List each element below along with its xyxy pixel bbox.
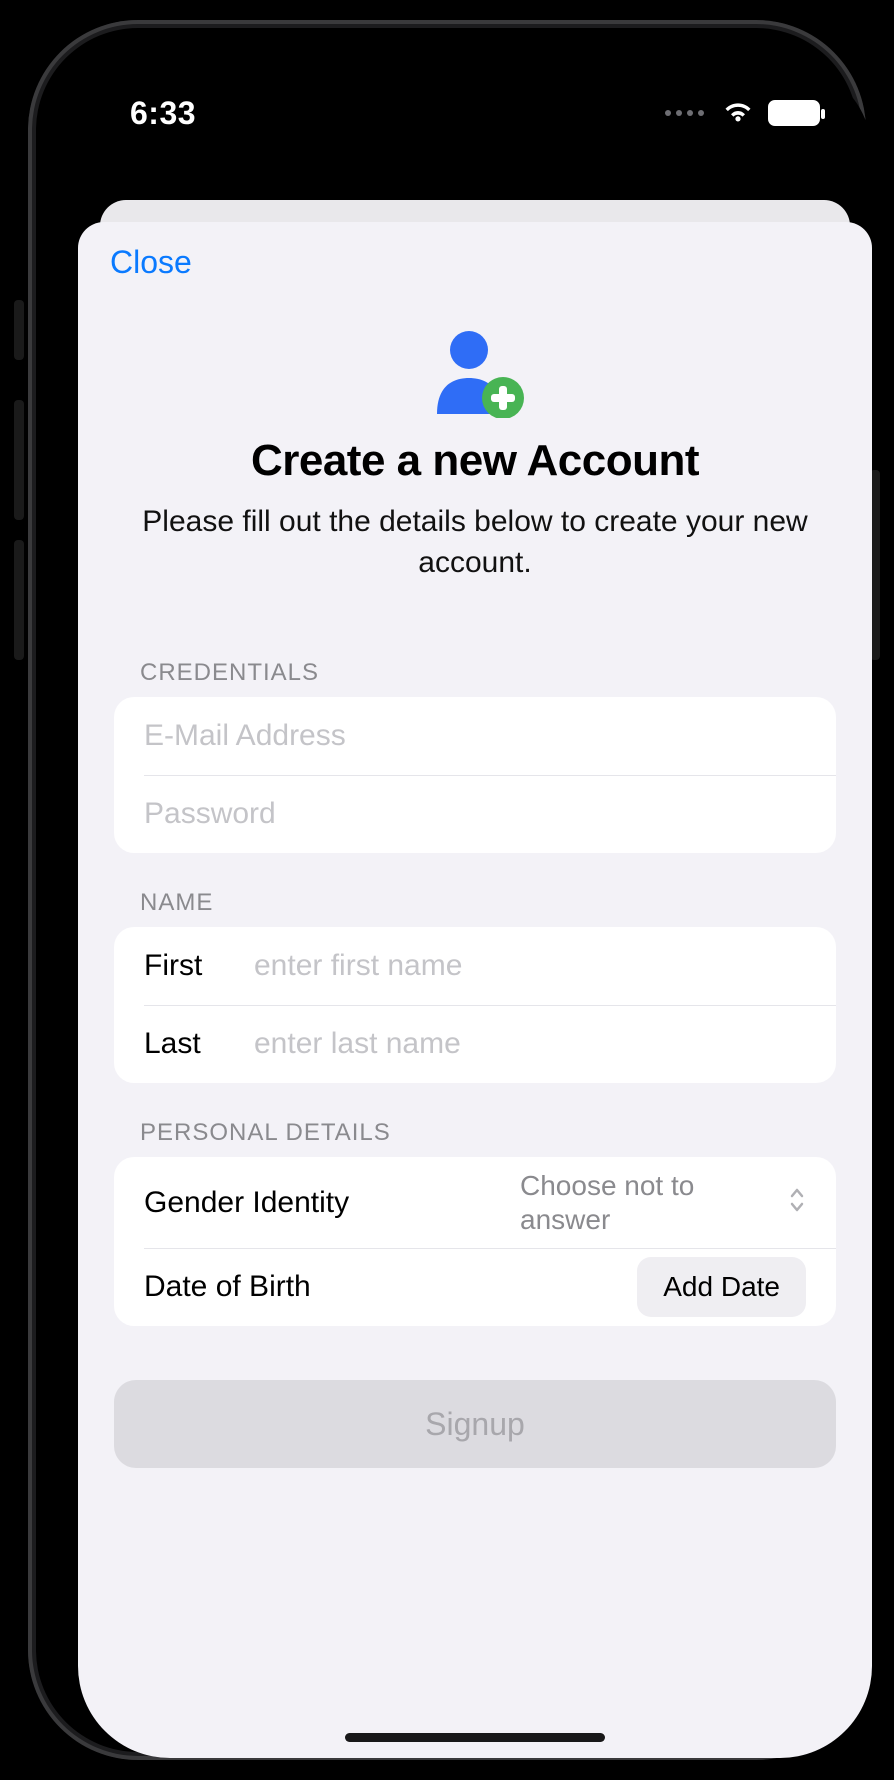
status-time: 6:33 xyxy=(130,95,196,132)
signup-button[interactable]: Signup xyxy=(114,1380,836,1468)
close-button[interactable]: Close xyxy=(110,244,192,281)
device-frame: 6:33 Close xyxy=(28,20,866,1760)
nav-bar: Close xyxy=(78,222,872,302)
add-date-button[interactable]: Add Date xyxy=(637,1257,806,1317)
wifi-icon xyxy=(722,101,754,125)
battery-icon xyxy=(768,100,820,126)
section-header-name: NAME xyxy=(78,853,872,927)
last-name-label: Last xyxy=(144,1027,254,1061)
name-group: First Last xyxy=(114,927,836,1083)
gender-value: Choose not to answer xyxy=(520,1169,780,1236)
personal-group: Gender Identity Choose not to answer Dat… xyxy=(114,1157,836,1326)
cellular-dots-icon xyxy=(665,110,704,116)
first-name-label: First xyxy=(144,949,254,983)
hero-section: Create a new Account Please fill out the… xyxy=(78,302,872,623)
section-header-personal: PERSONAL DETAILS xyxy=(78,1083,872,1157)
gender-label: Gender Identity xyxy=(144,1186,520,1220)
modal-sheet: Close Create a n xyxy=(78,222,872,1758)
credentials-group xyxy=(114,697,836,853)
screen: 6:33 Close xyxy=(78,62,872,1758)
first-name-field[interactable] xyxy=(254,931,806,1001)
chevron-updown-icon xyxy=(788,1186,806,1219)
home-indicator[interactable] xyxy=(345,1733,605,1742)
last-name-field[interactable] xyxy=(254,1009,806,1079)
page-subtitle: Please fill out the details below to cre… xyxy=(126,502,824,583)
page-title: Create a new Account xyxy=(126,436,824,486)
status-bar: 6:33 xyxy=(78,62,872,158)
password-field[interactable] xyxy=(144,779,806,849)
gender-picker[interactable]: Gender Identity Choose not to answer xyxy=(114,1157,836,1248)
add-user-icon xyxy=(425,326,525,418)
section-header-credentials: CREDENTIALS xyxy=(78,623,872,697)
email-field[interactable] xyxy=(144,701,806,771)
dob-label: Date of Birth xyxy=(144,1270,637,1304)
